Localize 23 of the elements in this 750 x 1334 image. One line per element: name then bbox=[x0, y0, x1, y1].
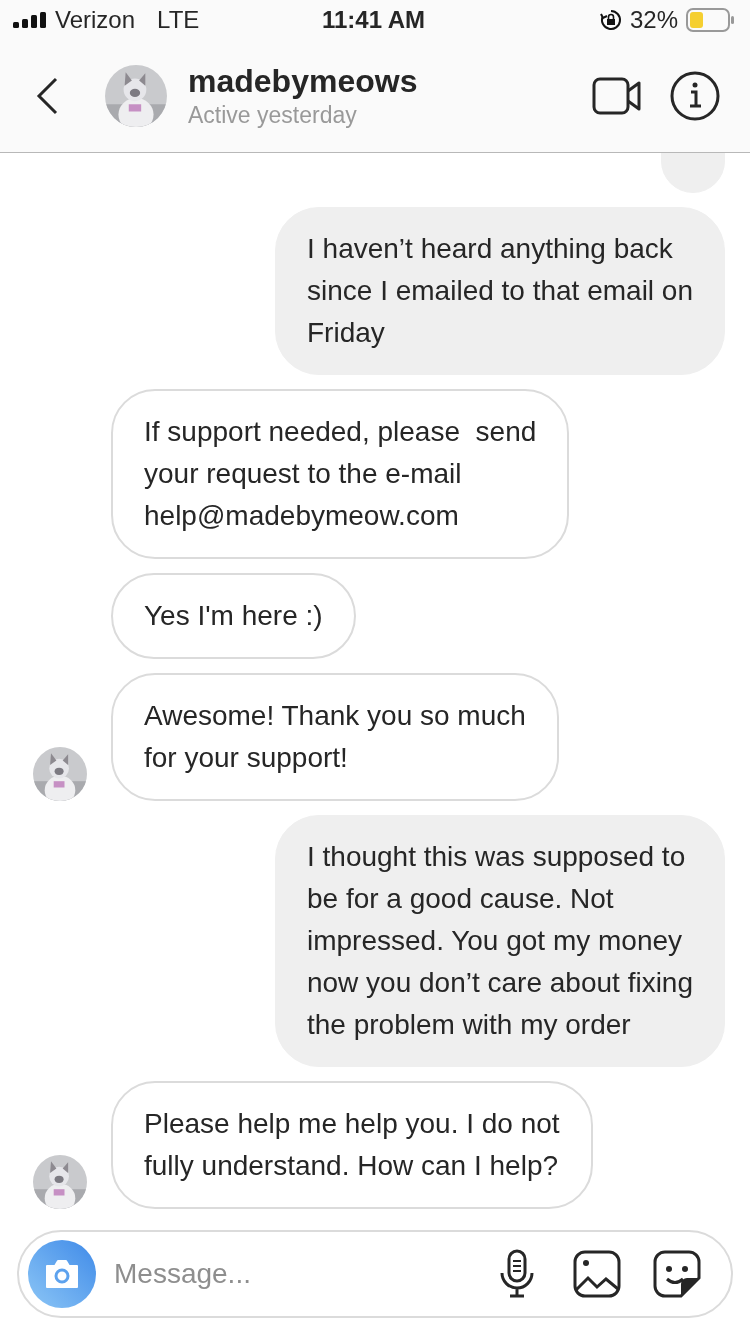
microphone-icon[interactable] bbox=[499, 1249, 535, 1299]
clock: 11:41 AM bbox=[321, 6, 426, 34]
carrier: Verizon bbox=[55, 6, 136, 34]
battery-icon bbox=[686, 8, 734, 32]
message-bubble: I thought this was supposed to be for a good cause. Not impressed. You got my money now you don’t care about fixing the problem with my order bbox=[274, 815, 725, 1067]
sticker-icon[interactable] bbox=[653, 1250, 701, 1298]
battery-percent: 32% bbox=[629, 6, 678, 34]
camera-icon bbox=[44, 1259, 80, 1289]
message-bubble: Yes I'm here :) bbox=[111, 573, 356, 659]
rotation-lock-icon bbox=[599, 9, 622, 31]
info-icon[interactable] bbox=[670, 71, 720, 121]
video-call-icon[interactable] bbox=[592, 77, 642, 115]
message-bubble: I haven’t heard anything back since I emailed to that email on Friday bbox=[275, 207, 725, 375]
username[interactable]: madebymeows bbox=[188, 62, 592, 100]
message-bubble: Please help me help you. I do not fully understand. How can I help? bbox=[111, 1081, 593, 1209]
message-bubble: Awesome! Thank you so much for your support! bbox=[111, 673, 559, 801]
network-type: LTE bbox=[157, 6, 200, 34]
gallery-icon[interactable] bbox=[573, 1250, 621, 1298]
back-icon[interactable] bbox=[36, 77, 58, 115]
camera-button[interactable] bbox=[28, 1240, 96, 1308]
activity-status: Active yesterday bbox=[188, 101, 358, 130]
signal-icon bbox=[13, 12, 47, 28]
message-bubble: If support needed, please send your request to the e-mail help@madebymeow.com bbox=[111, 389, 570, 559]
